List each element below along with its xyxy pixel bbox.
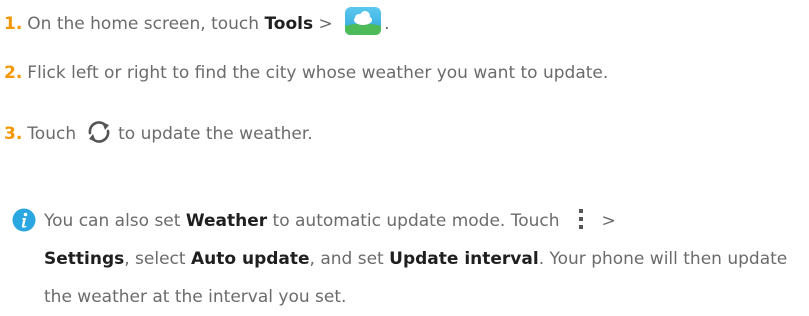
note-fragment: > — [601, 211, 616, 231]
step-end: . — [384, 14, 390, 34]
step-separator: > — [313, 14, 339, 34]
weather-label: Weather — [185, 211, 268, 231]
note-fragment: , and set — [309, 249, 390, 269]
note-fragment: , select — [124, 249, 191, 269]
info-icon — [12, 208, 36, 232]
note-fragment: You can also set — [44, 211, 186, 231]
note-fragment: to automatic update mode. Touch — [267, 211, 560, 231]
step-text: On the home screen, touch — [27, 14, 265, 34]
step-text-end: to update the weather. — [118, 124, 313, 144]
update-interval-label: Update interval — [389, 249, 539, 269]
step-text: Flick left or right to find the city who… — [27, 63, 609, 83]
more-vertical-icon — [574, 206, 588, 229]
tools-label: Tools — [264, 14, 314, 34]
step-3: 3. Touch to update the weather. — [4, 119, 313, 147]
step-number: 2. — [4, 63, 23, 83]
step-2: 2. Flick left or right to find the city w… — [4, 60, 608, 86]
step-number: 1. — [4, 14, 23, 34]
weather-app-icon — [344, 6, 382, 36]
auto-update-label: Auto update — [190, 249, 310, 269]
step-text: Touch — [27, 124, 77, 144]
settings-label: Settings — [44, 249, 125, 269]
refresh-icon — [84, 119, 114, 145]
note-text: You can also set Weather to automatic up… — [44, 202, 804, 316]
step-1: 1. On the home screen, touch Tools > . — [4, 6, 390, 37]
step-number: 3. — [4, 124, 23, 144]
